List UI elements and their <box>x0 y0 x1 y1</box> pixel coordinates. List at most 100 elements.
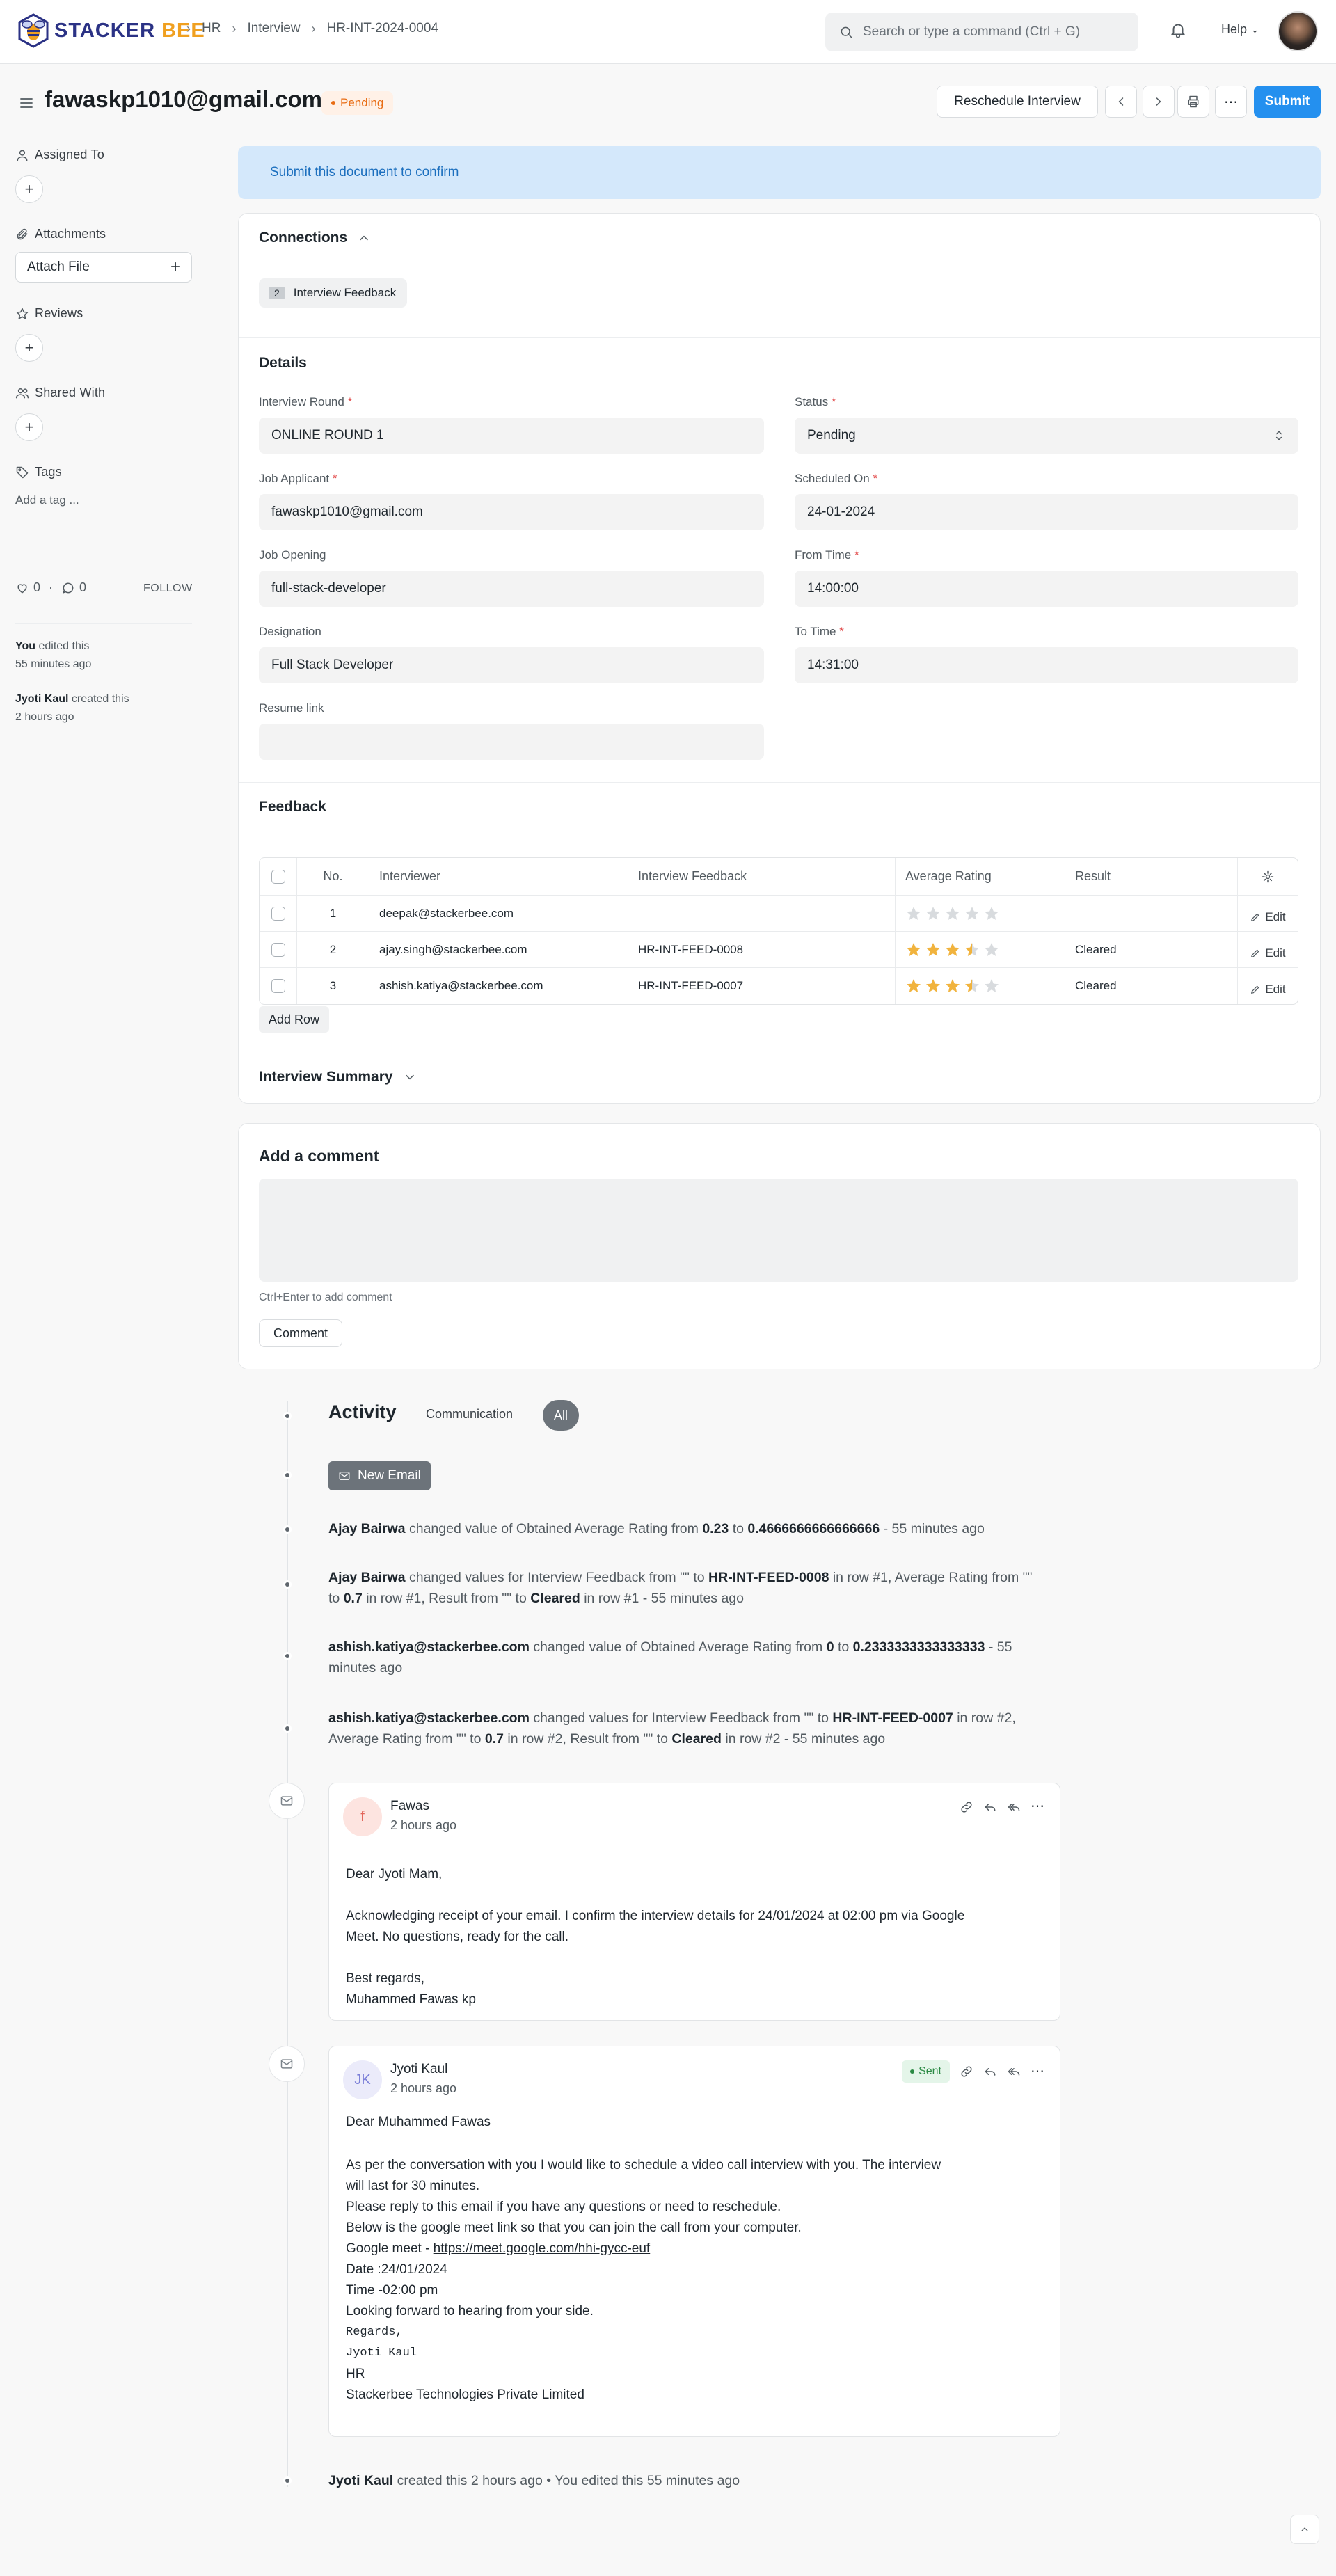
breadcrumb-hr[interactable]: HR <box>202 21 221 36</box>
star-icon <box>965 942 979 956</box>
activity-actor[interactable]: ashish.katiya@stackerbee.com <box>328 1710 530 1726</box>
interview-round-field[interactable]: ONLINE ROUND 1 <box>259 418 764 454</box>
interview-summary-title: Interview Summary <box>259 1069 393 1085</box>
add-assignee-button[interactable]: + <box>15 175 43 203</box>
tag-icon <box>16 466 29 478</box>
activity-actor[interactable]: Ajay Bairwa <box>328 1570 406 1585</box>
to-time-field[interactable]: 14:31:00 <box>795 647 1298 683</box>
tab-communication[interactable]: Communication <box>426 1407 513 1422</box>
job-applicant-field[interactable]: fawaskp1010@gmail.com <box>259 494 764 530</box>
row-checkbox[interactable] <box>271 906 285 921</box>
submit-button[interactable]: Submit <box>1254 86 1321 118</box>
attach-file-button[interactable]: Attach File + <box>15 252 192 283</box>
comment-button[interactable]: Comment <box>259 1319 342 1347</box>
search-bar[interactable]: Search or type a command (Ctrl + G) <box>825 13 1138 51</box>
help-menu[interactable]: Help ⌄ <box>1221 22 1259 37</box>
comment-input[interactable] <box>259 1179 1298 1282</box>
star-icon <box>985 906 999 920</box>
row-no: 1 <box>297 896 369 931</box>
row-interview-feedback[interactable]: HR-INT-FEED-0008 <box>628 932 896 967</box>
heart-icon[interactable] <box>15 581 29 595</box>
row-average-rating[interactable] <box>896 968 1065 1004</box>
more-icon[interactable]: ⋯ <box>1031 1799 1044 1814</box>
row-interview-feedback[interactable]: HR-INT-FEED-0007 <box>628 968 896 1004</box>
breadcrumb: › HR › Interview › HR-INT-2024-0004 <box>186 21 438 36</box>
chevron-up-icon <box>360 235 368 241</box>
row-average-rating[interactable] <box>896 932 1065 967</box>
row-result[interactable]: Cleared <box>1065 932 1238 967</box>
table-row[interactable]: 2 ajay.singh@stackerbee.com HR-INT-FEED-00… <box>260 932 1298 968</box>
new-email-button[interactable]: New Email <box>328 1461 431 1490</box>
tab-all[interactable]: All <box>543 1400 579 1431</box>
add-review-button[interactable]: + <box>15 334 43 362</box>
prev-doc-button[interactable] <box>1105 86 1137 118</box>
job-opening-field[interactable]: full-stack-developer <box>259 571 764 607</box>
edit-label: Edit <box>1265 909 1286 923</box>
connection-interview-feedback[interactable]: 2 Interview Feedback <box>259 278 408 308</box>
row-result[interactable] <box>1065 896 1238 931</box>
designation-field[interactable]: Full Stack Developer <box>259 647 764 683</box>
likes-comments: 0 · 0 <box>15 580 86 595</box>
link-icon[interactable] <box>960 2065 973 2078</box>
row-result[interactable]: Cleared <box>1065 968 1238 1004</box>
printer-icon <box>1188 95 1199 108</box>
activity-actor[interactable]: Jyoti Kaul <box>328 2473 393 2488</box>
edit-button[interactable]: Edit <box>1250 909 1286 924</box>
meet-link[interactable]: https://meet.google.com/hhi-gycc-euf <box>434 2241 651 2256</box>
star-icon <box>985 979 999 992</box>
add-share-button[interactable]: + <box>15 413 43 441</box>
reply-icon[interactable] <box>983 1800 997 1814</box>
bell-icon[interactable] <box>1169 21 1187 39</box>
user-avatar[interactable] <box>1278 11 1318 51</box>
add-tag-link[interactable]: Add a tag ... <box>15 491 79 509</box>
reply-all-icon[interactable] <box>1007 1800 1021 1814</box>
scroll-to-top-button[interactable] <box>1290 2515 1319 2544</box>
row-interviewer[interactable]: ajay.singh@stackerbee.com <box>369 932 628 967</box>
breadcrumb-current[interactable]: HR-INT-2024-0004 <box>326 21 438 36</box>
row-interview-feedback[interactable] <box>628 896 896 931</box>
edit-button[interactable]: Edit <box>1250 983 1286 996</box>
tags-header: Tags <box>15 465 62 479</box>
edit-button[interactable]: Edit <box>1250 946 1286 960</box>
to-time-label: To Time * <box>795 625 844 638</box>
interview-summary-header[interactable]: Interview Summary <box>259 1069 417 1086</box>
more-menu-button[interactable]: ⋯ <box>1215 86 1247 118</box>
select-all-checkbox[interactable] <box>271 869 285 884</box>
paperclip-icon <box>17 228 28 239</box>
row-interviewer[interactable]: deepak@stackerbee.com <box>369 896 628 931</box>
attachments-header: Attachments <box>15 227 106 241</box>
breadcrumb-interview[interactable]: Interview <box>247 21 300 36</box>
link-icon[interactable] <box>960 1800 973 1814</box>
row-checkbox[interactable] <box>271 942 285 957</box>
print-button[interactable] <box>1177 86 1209 118</box>
email-time: 2 hours ago <box>390 1818 457 1832</box>
timeline-dot <box>283 1412 292 1420</box>
activity-actor[interactable]: Ajay Bairwa <box>328 1521 406 1536</box>
connections-section-header[interactable]: Connections <box>259 230 371 246</box>
resume-link-field[interactable] <box>259 724 764 760</box>
more-icon[interactable]: ⋯ <box>1031 2065 1044 2078</box>
log-action: edited this <box>35 640 90 652</box>
sidebar-toggle-icon[interactable] <box>18 95 35 111</box>
follow-button[interactable]: FOLLOW <box>143 582 193 595</box>
status-select[interactable]: Pending <box>795 418 1298 454</box>
add-row-button[interactable]: Add Row <box>259 1006 330 1033</box>
from-time-field[interactable]: 14:00:00 <box>795 571 1298 607</box>
scheduled-on-field[interactable]: 24-01-2024 <box>795 494 1298 530</box>
row-checkbox[interactable] <box>271 979 285 993</box>
app-logo[interactable]: STACKER BEE <box>15 13 205 49</box>
row-average-rating[interactable] <box>896 896 1065 931</box>
next-doc-button[interactable] <box>1143 86 1175 118</box>
activity-actor[interactable]: ashish.katiya@stackerbee.com <box>328 1639 530 1655</box>
reschedule-interview-button[interactable]: Reschedule Interview <box>937 86 1098 118</box>
mail-icon <box>339 1472 350 1480</box>
page-title: fawaskp1010@gmail.com <box>45 86 323 112</box>
submit-banner: Submit this document to confirm <box>238 146 1321 199</box>
gear-icon[interactable] <box>1261 870 1275 884</box>
comment-icon[interactable] <box>61 581 75 595</box>
reply-all-icon[interactable] <box>1007 2065 1021 2078</box>
table-row[interactable]: 1 deepak@stackerbee.com Edit <box>260 896 1298 932</box>
reply-icon[interactable] <box>983 2065 997 2078</box>
table-row[interactable]: 3 ashish.katiya@stackerbee.com HR-INT-FEED… <box>260 968 1298 1004</box>
row-interviewer[interactable]: ashish.katiya@stackerbee.com <box>369 968 628 1004</box>
